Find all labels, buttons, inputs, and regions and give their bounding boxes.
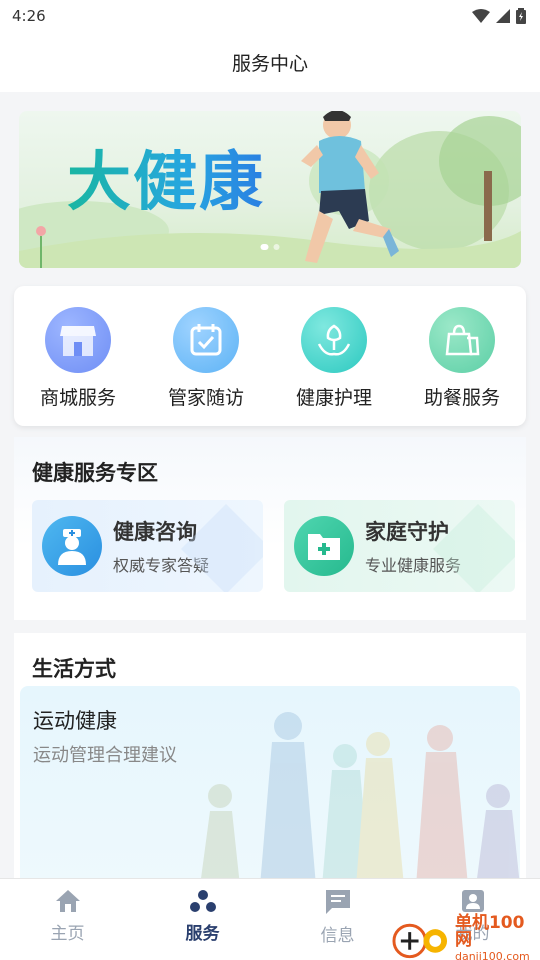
services-icon (189, 890, 216, 912)
page-header: 服务中心 (0, 32, 540, 92)
banner-title: 大健康 (67, 131, 265, 223)
watermark: 单机100网 danji100.com (392, 915, 540, 960)
section-title: 健康服务专区 (32, 461, 158, 485)
calendar-check-icon (173, 307, 239, 373)
life-card-subtitle: 运动管理合理建议 (33, 745, 177, 766)
store-icon (45, 307, 111, 373)
watermark-name: 单机100网 (454, 913, 525, 950)
quick-item-butler-visit[interactable]: 管家随访 (151, 307, 261, 410)
family-guard-card[interactable]: 家庭守护 专业健康服务 (284, 500, 515, 592)
nav-home[interactable]: 主页 (18, 889, 118, 944)
banner-dot[interactable] (260, 244, 269, 250)
nav-services[interactable]: 服务 (153, 889, 253, 944)
nav-label: 服务 (185, 924, 220, 944)
sports-health-card[interactable]: 运动健康 运动管理合理建议 (20, 686, 520, 886)
wifi-icon (472, 9, 490, 23)
bags-icon (429, 307, 495, 373)
status-icons (472, 8, 526, 24)
banner-pagination (260, 244, 280, 250)
quick-item-label: 助餐服务 (423, 387, 500, 409)
watermark-logo-icon (392, 923, 448, 958)
promo-banner[interactable]: 大健康 (19, 111, 521, 268)
quick-item-meal-service[interactable]: 助餐服务 (407, 307, 517, 410)
health-consult-card[interactable]: 健康咨询 权威专家答疑 (32, 500, 263, 592)
nav-label: 信息 (320, 926, 355, 946)
page-title: 服务中心 (231, 52, 308, 75)
quick-item-label: 管家随访 (167, 387, 244, 409)
quick-item-mall[interactable]: 商城服务 (23, 307, 133, 410)
nav-messages[interactable]: 信息 (288, 889, 388, 946)
status-bar: 4:26 (0, 0, 540, 32)
doctor-icon (42, 516, 102, 576)
status-time: 4:26 (12, 7, 46, 25)
profile-icon (461, 890, 484, 912)
life-card-title: 运动健康 (33, 709, 117, 733)
quick-item-label: 商城服务 (39, 387, 116, 409)
banner-dot[interactable] (273, 244, 280, 250)
lifestyle-section: 生活方式 运动健康 运动管理合理建议 (14, 633, 526, 886)
decor-shape (433, 504, 515, 592)
quick-item-label: 健康护理 (295, 387, 372, 409)
decor-shape (181, 504, 263, 592)
quick-services-card: 商城服务 管家随访 健康护理 助餐服务 (14, 286, 526, 426)
nav-label: 主页 (50, 924, 85, 944)
watermark-url: danji100.com (454, 950, 530, 960)
section-title: 生活方式 (32, 657, 116, 681)
medical-folder-icon (294, 516, 354, 576)
signal-icon (496, 9, 510, 23)
home-icon (55, 890, 80, 912)
flower-hands-icon (301, 307, 367, 373)
message-icon (325, 890, 350, 914)
health-service-section: 健康服务专区 健康咨询 权威专家答疑 家庭守护 专业健康服务 (14, 437, 526, 620)
quick-item-health-care[interactable]: 健康护理 (279, 307, 389, 410)
battery-icon (516, 8, 526, 24)
